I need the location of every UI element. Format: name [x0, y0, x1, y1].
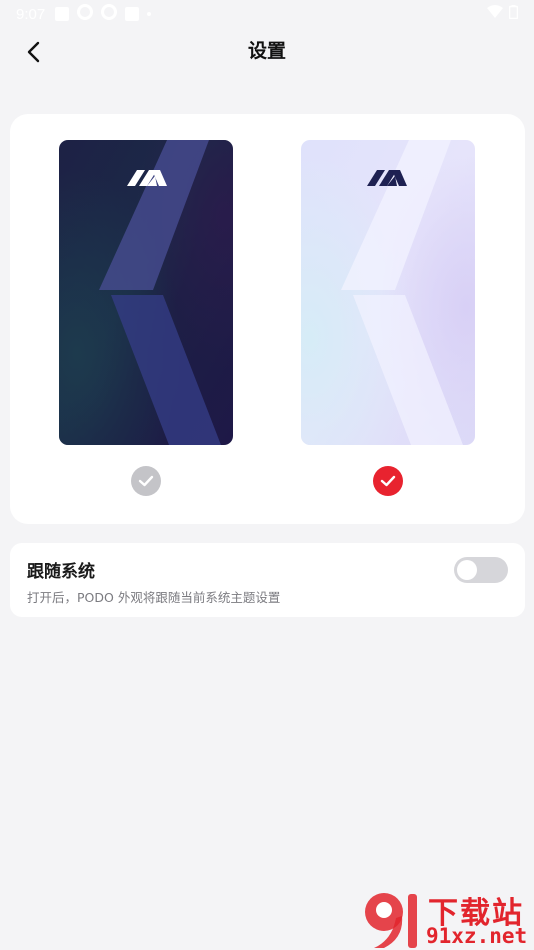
light-theme-check-icon	[373, 466, 403, 496]
wifi-icon	[487, 5, 503, 23]
theme-selection-card	[10, 114, 525, 524]
follow-system-title: 跟随系统	[27, 562, 95, 582]
status-time: 9:07	[16, 5, 46, 23]
notification-square-icon	[125, 7, 140, 21]
watermark: 下载站 91xz.net	[362, 888, 534, 950]
status-bar: 9:07	[0, 0, 534, 28]
follow-system-card: 跟随系统 打开后，PODO 外观将跟随当前系统主题设置	[10, 543, 525, 617]
watermark-logo-icon	[365, 893, 417, 948]
theme-option-dark[interactable]	[59, 140, 233, 508]
watermark-bottom-text: 91xz.net	[426, 924, 528, 948]
gear-icon	[101, 4, 118, 24]
theme-option-light[interactable]	[301, 140, 475, 508]
dark-theme-preview	[59, 140, 233, 445]
dot-icon	[147, 12, 152, 16]
gear-icon	[77, 4, 94, 24]
notification-square-icon	[55, 7, 70, 21]
light-theme-preview	[301, 140, 475, 445]
follow-system-description: 打开后，PODO 外观将跟随当前系统主题设置	[27, 590, 281, 605]
dark-theme-check-icon	[131, 466, 161, 496]
header: 设置	[0, 28, 534, 72]
battery-icon	[508, 5, 519, 23]
page-title: 设置	[247, 40, 286, 62]
toggle-knob	[457, 560, 477, 580]
follow-system-toggle[interactable]	[454, 557, 508, 583]
